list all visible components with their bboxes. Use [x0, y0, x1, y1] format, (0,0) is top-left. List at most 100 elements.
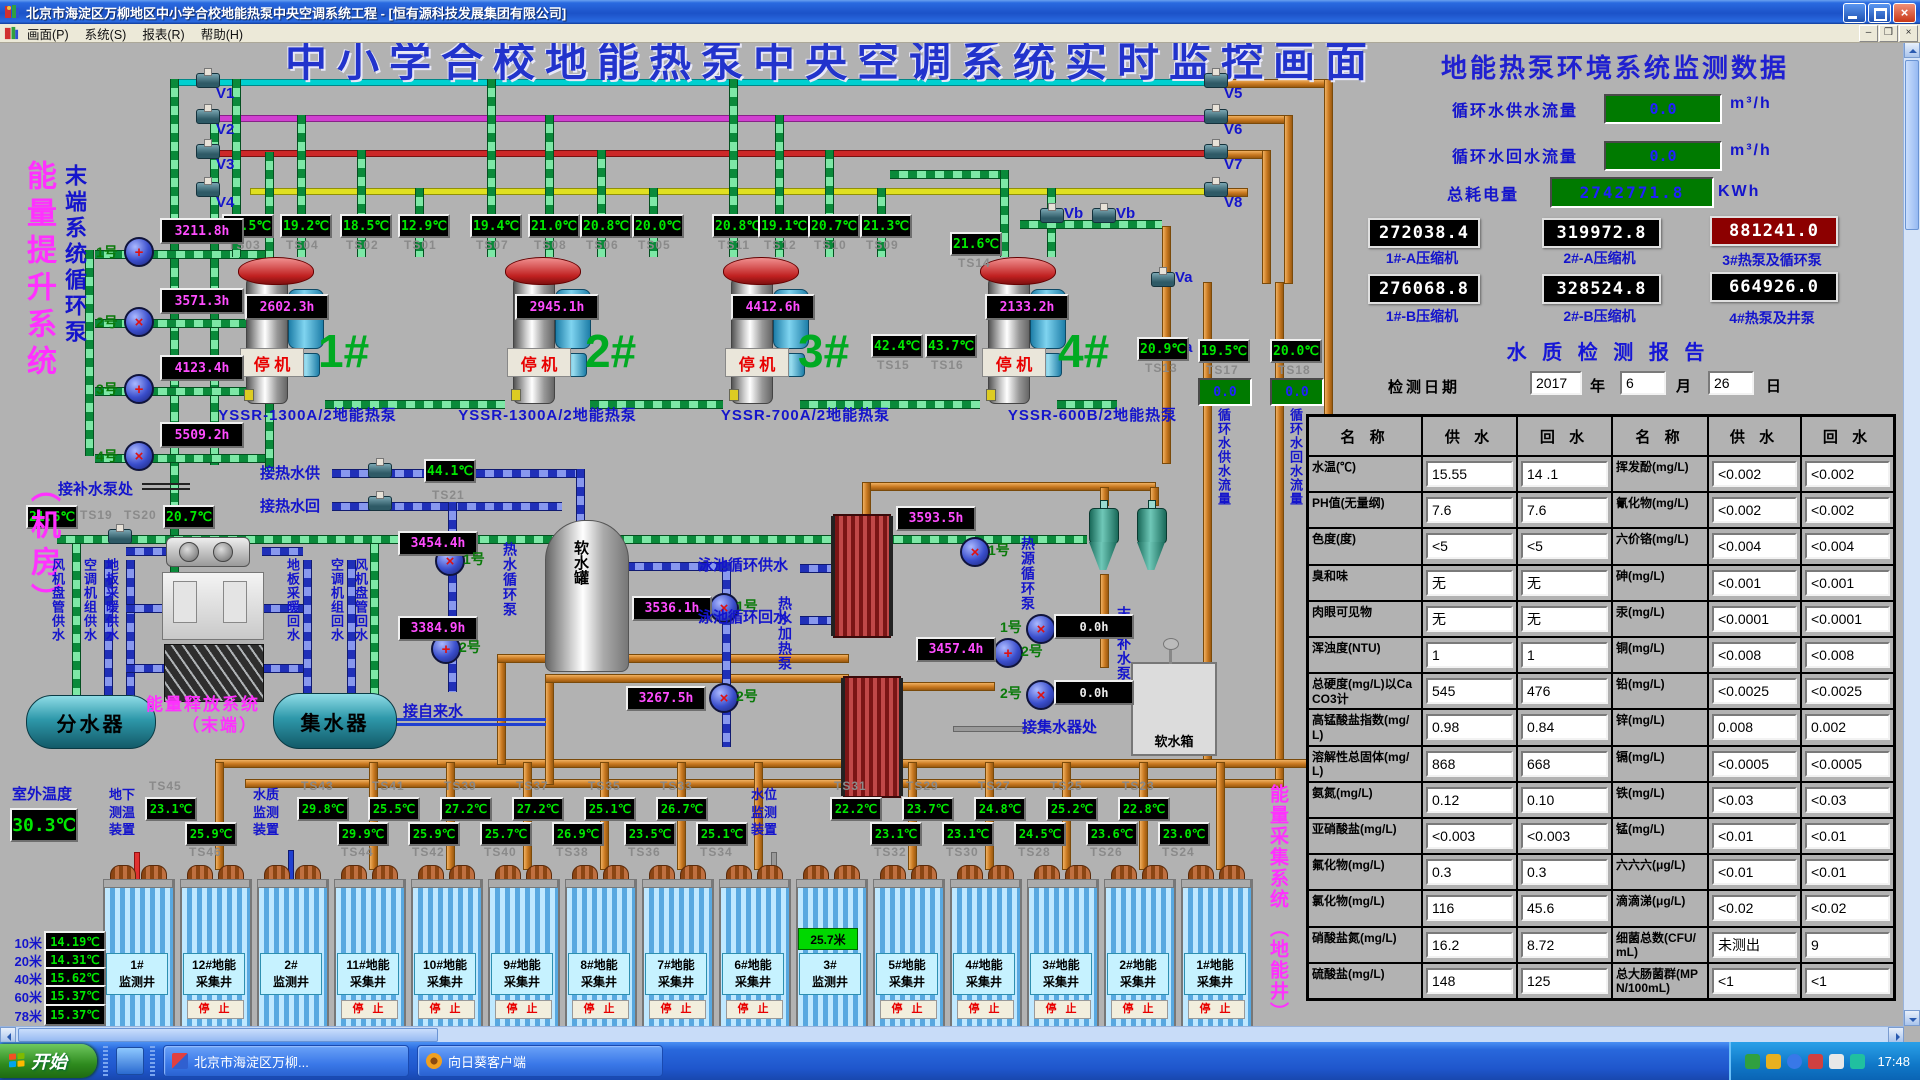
- pump-icon[interactable]: ×: [1026, 680, 1056, 710]
- mdi-close-button[interactable]: ×: [1899, 25, 1918, 42]
- table-value-field[interactable]: 7.6: [1426, 497, 1513, 523]
- menu-item-picture[interactable]: 画面(P): [19, 24, 77, 42]
- valve-icon[interactable]: [368, 496, 392, 511]
- heat-pump-unit[interactable]: [505, 257, 591, 402]
- valve-icon[interactable]: [368, 463, 392, 478]
- table-value-field[interactable]: 1: [1426, 642, 1513, 668]
- table-value-field[interactable]: <0.01: [1805, 859, 1890, 885]
- table-value-field[interactable]: 116: [1426, 895, 1513, 921]
- menu-item-help[interactable]: 帮助(H): [193, 24, 251, 42]
- table-value-field[interactable]: 16.2: [1426, 932, 1513, 958]
- table-value-field[interactable]: <0.02: [1712, 895, 1797, 921]
- valve-vb-icon[interactable]: [1040, 208, 1064, 223]
- close-button[interactable]: ×: [1893, 3, 1916, 23]
- minimize-button[interactable]: [1843, 3, 1866, 23]
- table-value-field[interactable]: <0.003: [1426, 823, 1513, 849]
- table-value-field[interactable]: <0.008: [1712, 642, 1797, 668]
- scroll-right-button[interactable]: [1888, 1027, 1904, 1043]
- table-value-field[interactable]: <1: [1712, 968, 1797, 994]
- table-value-field[interactable]: 0.002: [1805, 714, 1890, 740]
- table-value-field[interactable]: 0.10: [1521, 787, 1608, 813]
- table-value-field[interactable]: 0.12: [1426, 787, 1513, 813]
- title-bar[interactable]: 北京市海淀区万柳地区中小学合校地能热泵中央空调系统工程 - [恒有源科技发展集团…: [0, 0, 1920, 24]
- heat-pump-unit[interactable]: [723, 257, 809, 402]
- table-value-field[interactable]: 无: [1521, 606, 1608, 632]
- table-value-field[interactable]: <0.01: [1712, 859, 1797, 885]
- horizontal-scrollbar[interactable]: [0, 1026, 1904, 1043]
- scroll-left-button[interactable]: [0, 1027, 16, 1043]
- table-value-field[interactable]: 未测出: [1712, 932, 1797, 958]
- pump-icon[interactable]: +: [124, 374, 154, 404]
- table-value-field[interactable]: 0.3: [1426, 859, 1513, 885]
- tray-security-icon[interactable]: [1808, 1054, 1823, 1069]
- table-value-field[interactable]: <0.001: [1712, 570, 1797, 596]
- menu-item-system[interactable]: 系统(S): [77, 24, 135, 42]
- table-value-field[interactable]: <0.0025: [1805, 678, 1890, 704]
- mdi-minimize-button[interactable]: –: [1859, 25, 1878, 42]
- table-value-field[interactable]: <0.004: [1805, 533, 1890, 559]
- table-value-field[interactable]: 14 .1: [1521, 461, 1608, 487]
- pump-icon[interactable]: +: [124, 237, 154, 267]
- taskbar-button-sunflower[interactable]: 向日葵客户端: [417, 1045, 663, 1077]
- table-value-field[interactable]: <0.001: [1805, 570, 1890, 596]
- table-value-field[interactable]: <0.004: [1712, 533, 1797, 559]
- table-value-field[interactable]: 545: [1426, 678, 1513, 704]
- table-value-field[interactable]: 0.84: [1521, 714, 1608, 740]
- table-value-field[interactable]: 无: [1426, 606, 1513, 632]
- table-value-field[interactable]: <0.02: [1805, 895, 1890, 921]
- vertical-scroll-thumb[interactable]: [1905, 60, 1919, 230]
- table-value-field[interactable]: 1: [1521, 642, 1608, 668]
- table-value-field[interactable]: 0.3: [1521, 859, 1608, 885]
- table-value-field[interactable]: <0.03: [1712, 787, 1797, 813]
- table-value-field[interactable]: 668: [1521, 751, 1608, 777]
- table-value-field[interactable]: 9: [1805, 932, 1890, 958]
- horizontal-scroll-thumb[interactable]: [18, 1028, 438, 1042]
- tray-messenger-icon[interactable]: [1766, 1054, 1781, 1069]
- quick-launch-icon[interactable]: [116, 1047, 144, 1075]
- pump-icon[interactable]: ×: [960, 537, 990, 567]
- table-value-field[interactable]: 868: [1426, 751, 1513, 777]
- tray-antivirus-icon[interactable]: [1745, 1054, 1760, 1069]
- vertical-scrollbar[interactable]: [1903, 42, 1920, 1026]
- valve-va-icon[interactable]: [1151, 272, 1175, 287]
- table-value-field[interactable]: <0.003: [1521, 823, 1608, 849]
- table-value-field[interactable]: 7.6: [1521, 497, 1608, 523]
- pump-icon[interactable]: ×: [709, 683, 739, 713]
- table-value-field[interactable]: <0.01: [1712, 823, 1797, 849]
- report-year-field[interactable]: 2017: [1530, 371, 1582, 395]
- taskbar-button-scada[interactable]: 北京市海淀区万柳...: [163, 1045, 409, 1077]
- table-value-field[interactable]: <5: [1521, 533, 1608, 559]
- table-value-field[interactable]: 45.6: [1521, 895, 1608, 921]
- start-button[interactable]: 开始: [0, 1044, 97, 1078]
- valve-icon[interactable]: [108, 529, 132, 544]
- table-value-field[interactable]: <0.0001: [1712, 606, 1797, 632]
- table-value-field[interactable]: <0.0001: [1805, 606, 1890, 632]
- tray-network-icon[interactable]: [1787, 1054, 1802, 1069]
- table-value-field[interactable]: <0.01: [1805, 823, 1890, 849]
- tray-update-icon[interactable]: [1850, 1054, 1865, 1069]
- valve-vb-icon[interactable]: [1092, 208, 1116, 223]
- heat-pump-unit[interactable]: [238, 257, 324, 402]
- table-value-field[interactable]: <0.0025: [1712, 678, 1797, 704]
- pump-icon[interactable]: ×: [124, 441, 154, 471]
- restore-button[interactable]: [1868, 3, 1891, 23]
- table-value-field[interactable]: 无: [1426, 570, 1513, 596]
- tray-volume-icon[interactable]: [1829, 1054, 1844, 1069]
- table-value-field[interactable]: <0.002: [1712, 461, 1797, 487]
- table-value-field[interactable]: <0.002: [1805, 461, 1890, 487]
- table-value-field[interactable]: 0.008: [1712, 714, 1797, 740]
- table-value-field[interactable]: 8.72: [1521, 932, 1608, 958]
- pump-icon[interactable]: ×: [124, 307, 154, 337]
- heat-pump-unit[interactable]: [980, 257, 1066, 402]
- table-value-field[interactable]: <5: [1426, 533, 1513, 559]
- menu-item-report[interactable]: 报表(R): [134, 24, 192, 42]
- scroll-down-button[interactable]: [1904, 1010, 1920, 1026]
- mdi-restore-button[interactable]: ❒: [1879, 25, 1898, 42]
- table-value-field[interactable]: <0.03: [1805, 787, 1890, 813]
- table-value-field[interactable]: <0.008: [1805, 642, 1890, 668]
- table-value-field[interactable]: <0.002: [1712, 497, 1797, 523]
- table-value-field[interactable]: 148: [1426, 968, 1513, 994]
- report-month-field[interactable]: 6: [1620, 371, 1666, 395]
- table-value-field[interactable]: 0.98: [1426, 714, 1513, 740]
- table-value-field[interactable]: 125: [1521, 968, 1608, 994]
